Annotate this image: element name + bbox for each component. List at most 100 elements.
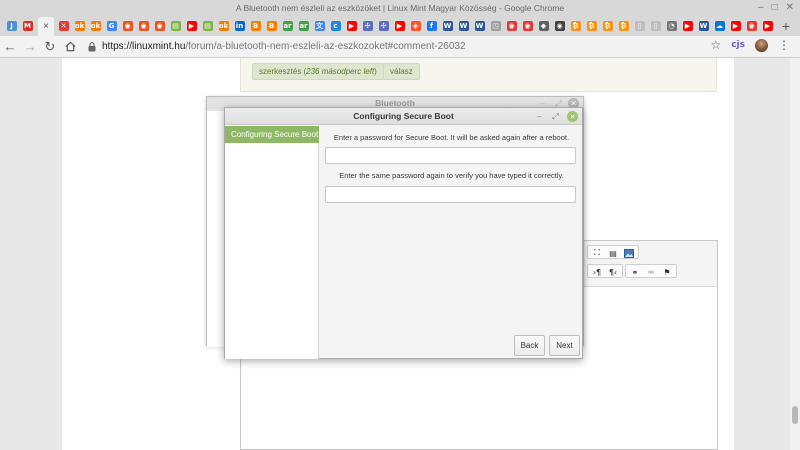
tab[interactable]: c [328, 17, 343, 35]
tab[interactable]: ▶ [344, 17, 359, 35]
ltr-icon[interactable]: ›¶ [590, 266, 604, 278]
tab[interactable]: ◉ [744, 17, 759, 35]
tab[interactable]: ▯ [632, 17, 647, 35]
page-scrollbar[interactable] [790, 58, 800, 450]
tab[interactable]: ₿ [568, 17, 583, 35]
new-tab-button[interactable]: + [778, 17, 794, 35]
toolbar-right: ☆ cjs ⋮ [710, 38, 790, 52]
tab[interactable]: ✣ [360, 17, 375, 35]
tab[interactable]: W [696, 17, 711, 35]
reply-button[interactable]: válasz [383, 63, 420, 80]
tab[interactable]: ▤ [200, 17, 215, 35]
tab-favicon-bitcoin-3-icon: ₿ [602, 21, 613, 31]
link-icon[interactable]: ⚭ [628, 266, 642, 278]
reload-icon[interactable]: ↻ [40, 37, 60, 57]
tab[interactable]: ☁ [712, 17, 727, 35]
tab[interactable]: ◉ [120, 17, 135, 35]
tab[interactable]: ▶ [728, 17, 743, 35]
tab-favicon-word-2-icon: W [458, 21, 469, 31]
tab[interactable]: ◔ [664, 17, 679, 35]
home-icon[interactable] [60, 37, 80, 57]
tab[interactable]: ◳ [488, 17, 503, 35]
tab-favicon-onedrive-icon: ☁ [714, 21, 725, 31]
tab[interactable]: ₿ [616, 17, 631, 35]
tab[interactable]: ◉ [520, 17, 535, 35]
edit-suffix: ) [374, 67, 377, 76]
tab[interactable]: ar [280, 17, 295, 35]
scrollbar-thumb[interactable] [792, 406, 798, 424]
dialog-maximize-icon[interactable]: ⤢ [550, 111, 561, 122]
tab[interactable]: ▯ [648, 17, 663, 35]
tab[interactable]: ◆ [536, 17, 551, 35]
menu-dots-icon[interactable]: ⋮ [778, 38, 790, 52]
tab[interactable]: ok [88, 17, 103, 35]
tab[interactable]: ✣ [376, 17, 391, 35]
tab-strip: J M × ✕ ok ok G ◉ ◉ ◉ ▤ ▶ ▤ ok in B Bar ar 文 c ▶ ✣ ✣ ▶ ◈ f W W W ◳ ◉ ◉ ◆… [0, 16, 800, 36]
profile-avatar[interactable] [755, 38, 768, 52]
tab[interactable]: W [456, 17, 471, 35]
tab-favicon-chrome-icon: J [6, 21, 17, 31]
tab-favicon-orange-1-icon: ok [74, 21, 85, 31]
tab[interactable]: B [264, 17, 279, 35]
maximize-icon[interactable]: □ [772, 2, 778, 13]
tab[interactable]: J [4, 17, 19, 35]
tab[interactable]: W [440, 17, 455, 35]
back-button[interactable]: Back [514, 335, 545, 356]
rtl-icon[interactable]: ¶‹ [606, 266, 620, 278]
tab[interactable]: ar [296, 17, 311, 35]
tab[interactable]: 文 [312, 17, 327, 35]
tab-favicon-grey-1-icon: ◳ [490, 21, 501, 31]
tab[interactable]: ◉ [552, 17, 567, 35]
tab[interactable]: ok [216, 17, 231, 35]
url-path: /forum/a-bluetooth-nem-eszleli-az-eszkoz… [185, 41, 466, 52]
source-icon[interactable]: ▤ [606, 247, 620, 259]
close-window-icon[interactable]: ✕ [786, 2, 794, 13]
tab[interactable]: ▶ [680, 17, 695, 35]
unlink-icon[interactable]: ⚮ [644, 266, 658, 278]
active-tab[interactable]: × [38, 16, 54, 36]
tab[interactable]: in [232, 17, 247, 35]
forward-arrow-icon[interactable]: → [20, 37, 40, 57]
tab[interactable]: ▤ [168, 17, 183, 35]
tab[interactable]: f [424, 17, 439, 35]
tab[interactable]: ◉ [152, 17, 167, 35]
tab[interactable]: ₿ [600, 17, 615, 35]
confirm-password-input[interactable] [325, 186, 576, 203]
tab-favicon-youtube-1-icon: ▶ [186, 21, 197, 31]
tab[interactable]: ✕ [56, 17, 71, 35]
tab[interactable]: ₿ [584, 17, 599, 35]
tab[interactable]: G [104, 17, 119, 35]
bookmark-star-icon[interactable]: ☆ [710, 38, 721, 52]
next-button[interactable]: Next [549, 335, 580, 356]
tab-favicon-doc-2-icon: ▯ [650, 21, 661, 31]
extension-cjs[interactable]: cjs [731, 40, 745, 50]
anchor-flag-icon[interactable]: ⚑ [660, 266, 674, 278]
tab[interactable]: ◉ [136, 17, 151, 35]
tab-active-close-icon[interactable]: × [43, 21, 49, 32]
password-input[interactable] [325, 147, 576, 164]
image-icon[interactable] [622, 247, 636, 259]
tab[interactable]: ◉ [504, 17, 519, 35]
tab-favicon-doc-1-icon: ▯ [634, 21, 645, 31]
tab[interactable]: B [248, 17, 263, 35]
tab[interactable]: W [472, 17, 487, 35]
edit-button[interactable]: szerkesztés (236 másodperc left) [252, 63, 384, 80]
dialog-close-icon[interactable]: ✕ [567, 111, 578, 122]
tab[interactable]: ◈ [408, 17, 423, 35]
back-arrow-icon[interactable]: ← [0, 37, 20, 57]
tab-favicon-blogger-2-icon: B [266, 21, 277, 31]
sidebar-item-configuring-secure-boot[interactable]: Configuring Secure Boot [225, 126, 319, 143]
editor-group-view: ⛶ ▤ [587, 245, 639, 259]
tab[interactable]: ▶ [184, 17, 199, 35]
dialog-minimize-icon[interactable]: – [534, 111, 545, 122]
address-bar[interactable]: https://linuxmint.hu/forum/a-bluetooth-n… [86, 38, 726, 56]
window-controls: – □ ✕ [758, 2, 794, 13]
tab-favicon-ubuntu-2-icon: ◉ [138, 21, 149, 31]
fullscreen-icon[interactable]: ⛶ [590, 247, 604, 259]
minimize-icon[interactable]: – [758, 2, 764, 13]
tab[interactable]: ok [72, 17, 87, 35]
tab[interactable]: ▶ [760, 17, 775, 35]
lock-icon[interactable] [86, 41, 98, 53]
tab[interactable]: M [20, 17, 35, 35]
tab[interactable]: ▶ [392, 17, 407, 35]
